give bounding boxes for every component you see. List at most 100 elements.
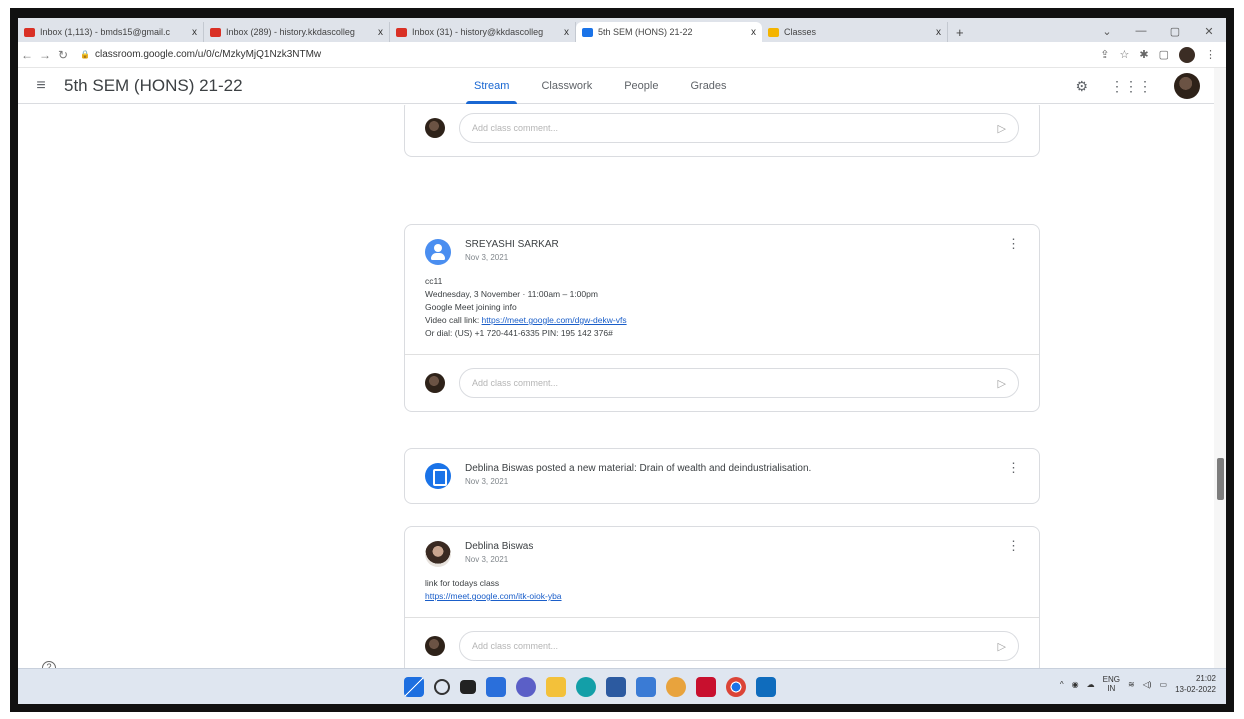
comment-placeholder: Add class comment... <box>472 641 559 651</box>
photos-icon[interactable] <box>666 677 686 697</box>
post-card: SREYASHI SARKAR Nov 3, 2021 ⋮ cc11 Wedne… <box>404 224 1040 412</box>
post-line: Or dial: (US) +1 720-441-6335 PIN: 195 1… <box>425 328 613 338</box>
avatar <box>425 636 445 656</box>
close-icon[interactable]: x <box>751 27 756 38</box>
class-comment-input[interactable]: Add class comment... ▷ <box>459 113 1019 143</box>
class-comment-input[interactable]: Add class comment... ▷ <box>459 368 1019 398</box>
post-line: link for todays class <box>425 578 500 588</box>
close-icon[interactable]: x <box>378 27 383 38</box>
settings-gear-icon[interactable]: ⚙ <box>1075 78 1088 95</box>
scrollbar-thumb[interactable] <box>1217 458 1224 500</box>
extensions-icon[interactable]: ✱ <box>1139 48 1148 61</box>
post-author-line: Deblina Biswas posted a new material: Dr… <box>465 463 812 474</box>
link-prefix: Video call link: <box>425 315 482 325</box>
battery-icon[interactable]: ▭ <box>1160 680 1168 689</box>
language-indicator[interactable]: ENG IN <box>1103 675 1120 693</box>
browser-tab-strip: Inbox (1,113) - bmds15@gmail.c x Inbox (… <box>18 18 1226 42</box>
back-icon[interactable]: ← <box>18 48 36 62</box>
url-text: classroom.google.com/u/0/c/MzkyMjQ1Nzk3N… <box>94 49 322 60</box>
clock[interactable]: 21:02 13-02-2022 <box>1175 673 1216 695</box>
url-field[interactable]: 🔒 classroom.google.com/u/0/c/MzkyMjQ1Nzk… <box>80 49 321 60</box>
classroom-header: ≡ 5th SEM (HONS) 21-22 Stream Classwork … <box>18 68 1214 104</box>
chevron-up-icon[interactable]: ^ <box>1060 680 1064 689</box>
tab-people[interactable]: People <box>612 68 670 104</box>
close-window-icon[interactable]: ✕ <box>1192 25 1226 38</box>
tab-title: Classes <box>784 27 817 37</box>
meet-link[interactable]: https://meet.google.com/itk-oiok-yba <box>425 591 562 601</box>
post-date: Nov 3, 2021 <box>465 253 509 262</box>
material-post-card[interactable]: Deblina Biswas posted a new material: Dr… <box>404 448 1040 504</box>
more-vert-icon[interactable]: ⋮ <box>1007 237 1020 265</box>
more-vert-icon[interactable]: ⋮ <box>1007 461 1020 489</box>
avatar <box>425 541 451 567</box>
forward-icon[interactable]: → <box>36 48 54 62</box>
lang-text: ENG <box>1102 675 1120 684</box>
edge-icon[interactable] <box>576 677 596 697</box>
sidebar-icon[interactable]: ▢ <box>1159 48 1169 61</box>
task-view-icon[interactable] <box>460 680 476 694</box>
region-text: IN <box>1107 684 1116 693</box>
share-icon[interactable]: ⇪ <box>1100 48 1109 61</box>
minimize-icon[interactable]: — <box>1124 25 1158 37</box>
gmail-icon <box>210 27 221 37</box>
post-date: Nov 3, 2021 <box>465 555 509 564</box>
tab-grades[interactable]: Grades <box>678 68 738 104</box>
windows-start-icon[interactable] <box>404 677 424 697</box>
store-icon[interactable] <box>606 677 626 697</box>
chrome-icon[interactable] <box>726 677 746 697</box>
gmail-icon <box>396 27 407 37</box>
tab-classwork[interactable]: Classwork <box>529 68 604 104</box>
help-icon[interactable]: ? <box>42 661 56 668</box>
post-header: Deblina Biswas Nov 3, 2021 ⋮ <box>405 527 1039 567</box>
browser-tab-classroom[interactable]: 5th SEM (HONS) 21-22 x <box>576 22 762 42</box>
close-icon[interactable]: x <box>564 27 569 38</box>
file-explorer-icon[interactable] <box>546 677 566 697</box>
post-meta: Deblina Biswas posted a new material: Dr… <box>465 463 1007 489</box>
send-icon[interactable]: ▷ <box>998 122 1006 135</box>
browser-tab-gmail-2[interactable]: Inbox (289) - history.kkdascolleg x <box>204 22 390 42</box>
bookmark-star-icon[interactable]: ☆ <box>1120 48 1130 61</box>
new-tab-button[interactable]: + <box>948 22 972 42</box>
browser-tab-gmail-1[interactable]: Inbox (1,113) - bmds15@gmail.c x <box>18 22 204 42</box>
taskbar-apps <box>404 677 776 697</box>
account-avatar[interactable] <box>1174 73 1200 99</box>
chat-icon[interactable] <box>516 677 536 697</box>
chevron-down-icon[interactable]: ⌄ <box>1090 25 1124 38</box>
tab-title: Inbox (289) - history.kkdascolleg <box>226 27 355 37</box>
widgets-icon[interactable] <box>486 677 506 697</box>
more-vert-icon[interactable]: ⋮ <box>1007 539 1020 567</box>
browser-menu-icon[interactable]: ⋮ <box>1205 48 1216 61</box>
profile-avatar[interactable] <box>1179 46 1195 63</box>
send-icon[interactable]: ▷ <box>998 377 1006 390</box>
app-icon[interactable] <box>636 677 656 697</box>
close-icon[interactable]: x <box>192 27 197 38</box>
browser-toolbar-right: ⇪ ☆ ✱ ▢ ⋮ <box>1100 46 1226 63</box>
reload-icon[interactable]: ↻ <box>54 48 72 62</box>
windows-taskbar: ^ ◉ ☁ ENG IN ≋ ◁) ▭ 21:02 13-02-2022 <box>18 668 1226 704</box>
class-comment-input[interactable]: Add class comment... ▷ <box>459 631 1019 661</box>
comment-row: Add class comment... ▷ <box>405 105 1039 156</box>
mcafee-icon[interactable] <box>696 677 716 697</box>
browser-tab-gmail-3[interactable]: Inbox (31) - history@kkdascolleg x <box>390 22 576 42</box>
network-icon[interactable]: ◉ <box>1072 680 1079 689</box>
wifi-icon[interactable]: ≋ <box>1128 680 1135 689</box>
post-line: Video call link: https://meet.google.com… <box>425 314 1019 327</box>
post-author: Deblina Biswas <box>465 541 534 552</box>
maximize-icon[interactable]: ▢ <box>1158 25 1192 38</box>
scrollbar[interactable] <box>1214 68 1226 668</box>
tab-stream[interactable]: Stream <box>462 68 521 104</box>
close-icon[interactable]: x <box>936 27 941 38</box>
comment-row: Add class comment... ▷ <box>405 355 1039 411</box>
hamburger-menu-icon[interactable]: ≡ <box>18 77 64 95</box>
post-line: cc11 <box>425 276 443 286</box>
search-icon[interactable] <box>434 679 450 695</box>
apps-grid-icon[interactable]: ⋮⋮⋮ <box>1110 78 1152 95</box>
volume-icon[interactable]: ◁) <box>1143 680 1152 689</box>
meet-link[interactable]: https://meet.google.com/dgw-dekw-vfs <box>482 315 627 325</box>
avatar <box>425 118 445 138</box>
send-icon[interactable]: ▷ <box>998 640 1006 653</box>
cloud-icon[interactable]: ☁ <box>1087 680 1095 689</box>
outlook-icon[interactable] <box>756 677 776 697</box>
browser-tab-classes[interactable]: Classes x <box>762 22 948 42</box>
system-tray: ^ ◉ ☁ ENG IN ≋ ◁) ▭ 21:02 13-02-2022 <box>1060 673 1216 695</box>
